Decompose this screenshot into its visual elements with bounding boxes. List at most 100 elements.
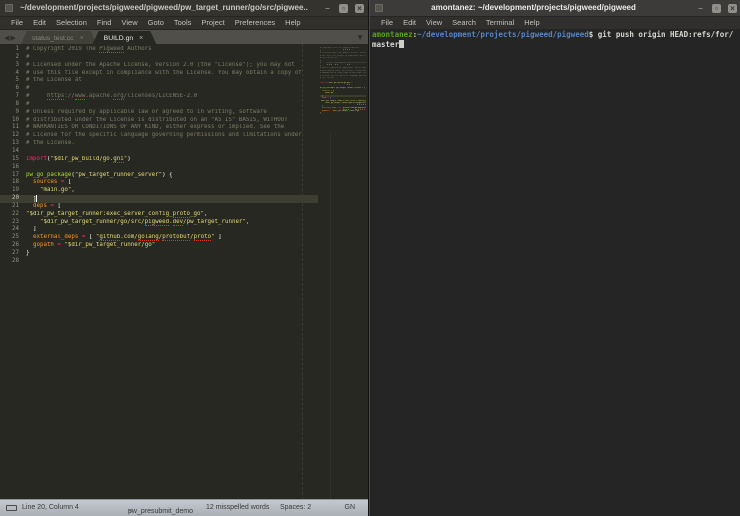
window-menu-icon[interactable] xyxy=(375,4,383,12)
line-content: # the License at xyxy=(26,77,318,85)
code-line[interactable]: 26 gopath = "$dir_pw_target_runner/go" xyxy=(0,242,318,250)
line-number: 18 xyxy=(0,179,26,187)
minimize-button[interactable]: – xyxy=(323,4,332,13)
terminal-menu-file[interactable]: File xyxy=(376,17,398,29)
code-line[interactable]: 23 "$dir_pw_target_runner/go/src/pigweed… xyxy=(0,219,318,227)
line-content: ] xyxy=(26,195,318,203)
code-line[interactable]: 20 ] xyxy=(0,195,318,203)
menu-view[interactable]: View xyxy=(116,17,142,29)
terminal-menu-search[interactable]: Search xyxy=(447,17,481,29)
code-line[interactable]: 14 xyxy=(0,148,318,156)
window-menu-icon[interactable] xyxy=(5,4,13,12)
line-content: ] xyxy=(26,226,318,234)
code-editor[interactable]: 1# Copyright 2019 The Pigweed Authors2#3… xyxy=(0,44,368,500)
tab-label: BUILD.gn xyxy=(104,35,133,42)
menu-preferences[interactable]: Preferences xyxy=(230,17,280,29)
code-line[interactable]: 7# https://www.apache.org/licenses/LICEN… xyxy=(0,93,318,101)
code-line[interactable]: 3# Licensed under the Apache License, Ve… xyxy=(0,62,318,70)
menu-tools[interactable]: Tools xyxy=(169,17,197,29)
terminal-menu-help[interactable]: Help xyxy=(519,17,544,29)
code-line[interactable]: 8# xyxy=(0,101,318,109)
terminal-menu-view[interactable]: View xyxy=(421,17,447,29)
terminal-screen[interactable]: amontanez:~/development/projects/pigweed… xyxy=(370,29,740,516)
code-line[interactable]: 28 xyxy=(0,258,318,266)
tab-BUILD.gn[interactable]: BUILD.gn × xyxy=(92,31,158,46)
code-line[interactable]: 17pw_go_package("pw_target_runner_server… xyxy=(0,172,318,180)
close-button[interactable]: × xyxy=(728,4,737,13)
line-number: 14 xyxy=(0,148,26,156)
syntax-selector[interactable]: GN xyxy=(345,504,356,511)
editor-menubar: FileEditSelectionFindViewGotoToolsProjec… xyxy=(0,17,368,30)
menu-project[interactable]: Project xyxy=(196,17,229,29)
line-content: # Licensed under the Apache License, Ver… xyxy=(26,62,318,70)
line-content: sources = [ xyxy=(26,179,318,187)
code-line[interactable]: 24 ] xyxy=(0,226,318,234)
code-line[interactable]: 18 sources = [ xyxy=(0,179,318,187)
menu-find[interactable]: Find xyxy=(92,17,117,29)
line-content: # xyxy=(26,85,318,93)
line-content xyxy=(320,115,366,118)
code-line[interactable]: 27} xyxy=(0,250,318,258)
line-number: 11 xyxy=(0,124,26,132)
line-number: 27 xyxy=(0,250,26,258)
code-line[interactable]: 1# Copyright 2019 The Pigweed Authors xyxy=(0,46,318,54)
line-content: "$dir_pw_target_runner/go/src/pigweed.de… xyxy=(26,219,318,227)
code-line[interactable]: 19 "main.go", xyxy=(0,187,318,195)
menu-help[interactable]: Help xyxy=(280,17,305,29)
editor-titlebar[interactable]: ~/development/projects/pigweed/pigweed/p… xyxy=(0,0,368,17)
line-number: 10 xyxy=(0,117,26,125)
line-content: deps = [ xyxy=(26,203,318,211)
code-line[interactable]: 11# WARRANTIES OR CONDITIONS OF ANY KIND… xyxy=(0,124,318,132)
maximize-button[interactable]: ▫ xyxy=(712,4,721,13)
minimap[interactable]: # Copyright 2019 The Pigweed Authors## L… xyxy=(320,47,366,117)
tab-scroll-right-icon[interactable]: ▶ xyxy=(11,34,16,42)
prompt-dollar: $ xyxy=(589,30,598,39)
code-line[interactable]: 16 xyxy=(0,164,318,172)
terminal-titlebar[interactable]: amontanez: ~/development/projects/pigwee… xyxy=(370,0,740,17)
indentation-status[interactable]: Spaces: 2 xyxy=(280,504,311,511)
code-line[interactable]: 22"$dir_pw_target_runner:exec_server_con… xyxy=(0,211,318,219)
line-content: # Unless required by applicable law or a… xyxy=(26,109,318,117)
code-line[interactable]: 9# Unless required by applicable law or … xyxy=(0,109,318,117)
line-number: 21 xyxy=(0,203,26,211)
line-content: # xyxy=(26,54,318,62)
code-line[interactable]: 10# distributed under the License is dis… xyxy=(0,117,318,125)
line-content: # distributed under the License is distr… xyxy=(26,117,318,125)
code-line[interactable]: 4# use this file except in compliance wi… xyxy=(0,70,318,78)
code-line[interactable]: 5# the License at xyxy=(0,77,318,85)
line-number: 3 xyxy=(0,62,26,70)
line-content: } xyxy=(26,250,318,258)
maximize-button[interactable]: ▫ xyxy=(339,4,348,13)
code-line[interactable]: 2# xyxy=(0,54,318,62)
terminal-menu-edit[interactable]: Edit xyxy=(398,17,421,29)
code-line[interactable]: 6# xyxy=(0,85,318,93)
line-content xyxy=(26,164,318,172)
line-number: 24 xyxy=(0,226,26,234)
menu-edit[interactable]: Edit xyxy=(28,17,51,29)
code-line[interactable]: 15import("$dir_pw_build/go.gni") xyxy=(0,156,318,164)
code-line[interactable]: 21 deps = [ xyxy=(0,203,318,211)
tab-overflow-icon[interactable]: ▼ xyxy=(356,34,364,42)
code-line[interactable]: 25 external_deps = [ "github.com/golang/… xyxy=(0,234,318,242)
code-line[interactable]: 12# License for the specific language go… xyxy=(0,132,318,140)
menu-selection[interactable]: Selection xyxy=(51,17,92,29)
minimap-border xyxy=(330,134,331,500)
code-line[interactable] xyxy=(320,115,366,118)
code-lines[interactable]: 1# Copyright 2019 The Pigweed Authors2#3… xyxy=(0,46,318,266)
prompt-user: amontanez xyxy=(372,30,413,39)
line-content: # the License. xyxy=(26,140,318,148)
menu-goto[interactable]: Goto xyxy=(143,17,169,29)
panel-toggle-icon[interactable] xyxy=(6,505,17,511)
code-line[interactable]: 13# the License. xyxy=(0,140,318,148)
line-content xyxy=(26,258,318,266)
tab-scroll-left-icon[interactable]: ◀ xyxy=(4,34,9,42)
menu-file[interactable]: File xyxy=(6,17,28,29)
shell-prompt: amontanez:~/development/projects/pigweed… xyxy=(370,29,734,49)
tab-close-icon[interactable]: × xyxy=(80,35,84,42)
prompt-path: ~/development/projects/pigweed/pigweed xyxy=(417,30,589,39)
tab-close-icon[interactable]: × xyxy=(139,35,143,42)
minimize-button[interactable]: – xyxy=(696,4,705,13)
terminal-menu-terminal[interactable]: Terminal xyxy=(481,17,519,29)
close-button[interactable]: × xyxy=(355,4,364,13)
spellcheck-status[interactable]: 12 misspelled words xyxy=(206,504,269,511)
